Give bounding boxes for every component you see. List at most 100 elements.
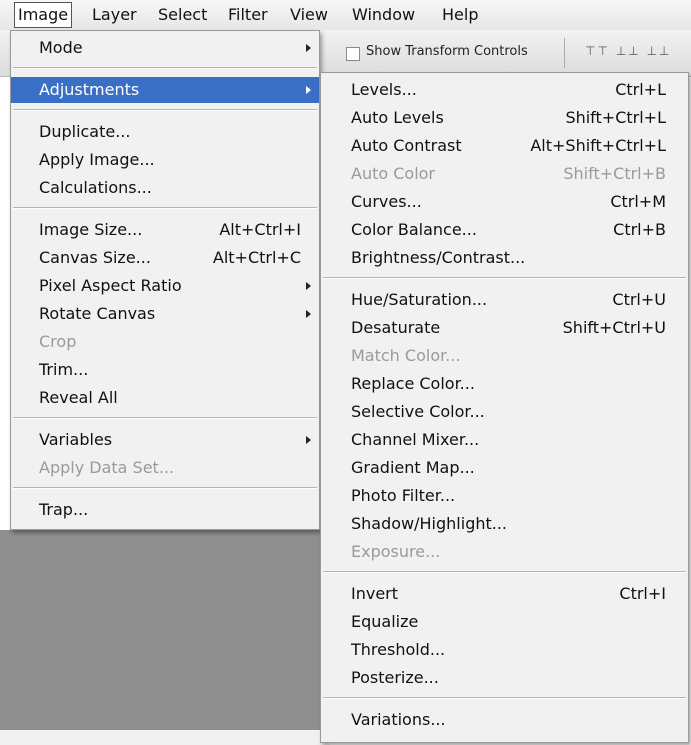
menu-item-selective-color[interactable]: Selective Color...: [321, 399, 688, 425]
menu-item-levels[interactable]: Levels... Ctrl+L: [321, 77, 688, 103]
menu-item-label: Apply Image...: [39, 150, 155, 169]
menu-item-trap[interactable]: Trap...: [11, 497, 319, 523]
menu-item-match-color: Match Color...: [321, 343, 688, 369]
menu-item-photo-filter[interactable]: Photo Filter...: [321, 483, 688, 509]
menu-item-label: Invert: [351, 584, 399, 603]
menu-help[interactable]: Help: [442, 3, 478, 27]
submenu-arrow-icon: [306, 310, 311, 318]
menu-item-label: Match Color...: [351, 346, 461, 365]
image-menu: Mode Adjustments Duplicate... Apply Imag…: [10, 30, 320, 530]
menu-item-label: Calculations...: [39, 178, 152, 197]
menu-item-auto-contrast[interactable]: Auto Contrast Alt+Shift+Ctrl+L: [321, 133, 688, 159]
menu-item-label: Posterize...: [351, 668, 439, 687]
menu-item-label: Apply Data Set...: [39, 458, 175, 477]
menu-item-hue-saturation[interactable]: Hue/Saturation... Ctrl+U: [321, 287, 688, 313]
menu-item-variations[interactable]: Variations...: [321, 707, 688, 733]
menu-item-label: Color Balance...: [351, 220, 477, 239]
menu-item-label: Image Size...: [39, 220, 143, 239]
menu-item-mode[interactable]: Mode: [11, 35, 319, 61]
menu-bar: Image Layer Select Filter View Window He…: [0, 0, 691, 31]
menu-item-shortcut: Ctrl+B: [613, 220, 666, 239]
menu-item-adjustments[interactable]: Adjustments: [11, 77, 319, 103]
menu-item-shortcut: Ctrl+U: [612, 290, 666, 309]
menu-item-label: Equalize: [351, 612, 419, 631]
menu-item-label: Shadow/Highlight...: [351, 514, 508, 533]
menu-item-pixel-aspect-ratio[interactable]: Pixel Aspect Ratio: [11, 273, 319, 299]
menu-item-label: Gradient Map...: [351, 458, 475, 477]
submenu-arrow-icon: [306, 436, 311, 444]
menu-item-duplicate[interactable]: Duplicate...: [11, 119, 319, 145]
menu-item-label: Trap...: [39, 500, 89, 519]
menu-item-image-size[interactable]: Image Size... Alt+Ctrl+I: [11, 217, 319, 243]
menu-item-channel-mixer[interactable]: Channel Mixer...: [321, 427, 688, 453]
menu-item-shortcut: Ctrl+I: [619, 584, 666, 603]
menu-item-shortcut: Shift+Ctrl+U: [562, 318, 666, 337]
align-icons[interactable]: ⊤⊤ ⊥⊥ ⊥⊥: [585, 44, 671, 58]
menu-item-desaturate[interactable]: Desaturate Shift+Ctrl+U: [321, 315, 688, 341]
menu-item-shortcut: Alt+Ctrl+C: [212, 248, 301, 267]
menu-item-apply-data-set: Apply Data Set...: [11, 455, 319, 481]
menu-filter[interactable]: Filter: [228, 3, 268, 27]
menu-item-label: Trim...: [39, 360, 89, 379]
menu-item-variables[interactable]: Variables: [11, 427, 319, 453]
submenu-arrow-icon: [306, 282, 311, 290]
menu-separator: [13, 417, 317, 419]
menu-select[interactable]: Select: [158, 3, 207, 27]
menu-item-auto-levels[interactable]: Auto Levels Shift+Ctrl+L: [321, 105, 688, 131]
menu-separator: [13, 487, 317, 489]
menu-separator: [323, 277, 686, 279]
menu-item-shortcut: Alt+Shift+Ctrl+L: [530, 136, 666, 155]
menu-item-shortcut: Ctrl+M: [610, 192, 666, 211]
menu-item-label: Pixel Aspect Ratio: [39, 276, 182, 295]
options-separator: [564, 38, 565, 68]
menu-separator: [13, 67, 317, 69]
menu-item-label: Exposure...: [351, 542, 441, 561]
menu-item-shadow-highlight[interactable]: Shadow/Highlight...: [321, 511, 688, 537]
menu-item-label: Duplicate...: [39, 122, 131, 141]
menu-item-label: Curves...: [351, 192, 422, 211]
menu-separator: [13, 109, 317, 111]
menu-item-label: Selective Color...: [351, 402, 485, 421]
menu-item-crop: Crop: [11, 329, 319, 355]
menu-image[interactable]: Image: [14, 2, 73, 28]
menu-item-label: Desaturate: [351, 318, 441, 337]
menu-item-color-balance[interactable]: Color Balance... Ctrl+B: [321, 217, 688, 243]
menu-layer[interactable]: Layer: [92, 3, 137, 27]
menu-item-gradient-map[interactable]: Gradient Map...: [321, 455, 688, 481]
menu-item-label: Channel Mixer...: [351, 430, 480, 449]
menu-item-label: Canvas Size...: [39, 248, 151, 267]
menu-item-equalize[interactable]: Equalize: [321, 609, 688, 635]
show-transform-checkbox[interactable]: [346, 47, 360, 61]
submenu-arrow-icon: [306, 86, 311, 94]
submenu-arrow-icon: [306, 44, 311, 52]
menu-item-label: Auto Levels: [351, 108, 444, 127]
menu-item-label: Reveal All: [39, 388, 118, 407]
menu-item-auto-color: Auto Color Shift+Ctrl+B: [321, 161, 688, 187]
menu-item-replace-color[interactable]: Replace Color...: [321, 371, 688, 397]
menu-item-curves[interactable]: Curves... Ctrl+M: [321, 189, 688, 215]
menu-item-label: Photo Filter...: [351, 486, 456, 505]
menu-item-apply-image[interactable]: Apply Image...: [11, 147, 319, 173]
menu-item-label: Auto Contrast: [351, 136, 462, 155]
menu-item-posterize[interactable]: Posterize...: [321, 665, 688, 691]
menu-item-reveal-all[interactable]: Reveal All: [11, 385, 319, 411]
canvas-workspace: [0, 530, 330, 745]
menu-item-rotate-canvas[interactable]: Rotate Canvas: [11, 301, 319, 327]
menu-item-label: Hue/Saturation...: [351, 290, 488, 309]
adjustments-submenu: Levels... Ctrl+L Auto Levels Shift+Ctrl+L …: [320, 72, 689, 743]
menu-view[interactable]: View: [290, 3, 328, 27]
menu-item-label: Rotate Canvas: [39, 304, 156, 323]
menu-item-brightness-contrast[interactable]: Brightness/Contrast...: [321, 245, 688, 271]
menu-item-shortcut: Shift+Ctrl+B: [563, 164, 666, 183]
menu-item-threshold[interactable]: Threshold...: [321, 637, 688, 663]
menu-window[interactable]: Window: [352, 3, 415, 27]
menu-separator: [323, 697, 686, 699]
menu-item-invert[interactable]: Invert Ctrl+I: [321, 581, 688, 607]
menu-item-label: Mode: [39, 38, 83, 57]
menu-item-calculations[interactable]: Calculations...: [11, 175, 319, 201]
menu-item-trim[interactable]: Trim...: [11, 357, 319, 383]
status-strip: [0, 730, 330, 745]
menu-separator: [13, 207, 317, 209]
menu-item-canvas-size[interactable]: Canvas Size... Alt+Ctrl+C: [11, 245, 319, 271]
menu-item-shortcut: Ctrl+L: [615, 80, 666, 99]
